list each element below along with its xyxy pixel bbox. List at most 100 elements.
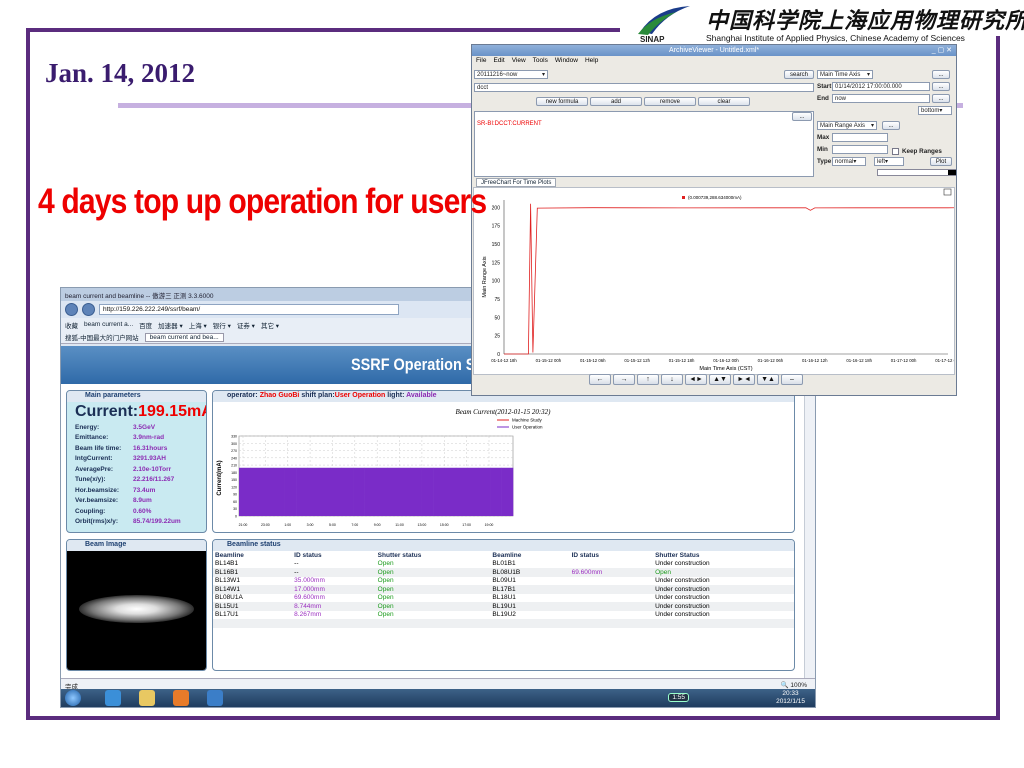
table-cell: Under construction	[655, 594, 710, 602]
chart-nav-button[interactable]: ▼▲	[757, 374, 779, 385]
end-time-button[interactable]: ...	[932, 94, 950, 103]
user-operation-bar	[307, 467, 320, 516]
chart-nav-button[interactable]: –	[781, 374, 803, 385]
explorer-icon[interactable]	[139, 690, 155, 706]
max-field[interactable]	[832, 133, 888, 142]
system-clock[interactable]: 20:33 2012/1/15	[776, 690, 805, 706]
main-parameters-header: Main parameters	[67, 391, 206, 402]
plot-button[interactable]: Plot	[930, 157, 952, 166]
axis-side-select[interactable]: left▾	[874, 157, 904, 166]
keep-ranges-checkbox[interactable]	[892, 148, 899, 155]
menu-item[interactable]: Edit	[493, 57, 504, 64]
chart-nav-button[interactable]: ↓	[661, 374, 683, 385]
start-button-icon[interactable]	[65, 690, 81, 706]
table-cell: Open	[377, 594, 394, 602]
chart-title: Beam Current(2012-01-15 20:32)	[455, 408, 551, 416]
min-field[interactable]	[832, 145, 888, 154]
parameter-label: Tune(x/y):	[75, 476, 106, 484]
menu-item[interactable]: File	[476, 57, 486, 64]
favorite-item[interactable]: 证券 ▾	[237, 320, 255, 330]
time-axis-select[interactable]: Main Time Axis ▾	[817, 70, 873, 79]
table-cell	[292, 619, 376, 628]
user-operation-bar	[501, 467, 514, 516]
type-select[interactable]: normal▾	[832, 157, 866, 166]
beam-current-chart: Beam Current(2012-01-15 20:32) 0 30 60 90 120…	[217, 408, 551, 527]
chart-export-icon[interactable]	[943, 188, 952, 196]
beamline-table-header: Beamline ID status Shutter status Beamline I…	[213, 551, 794, 560]
y-tick-label: 125	[492, 260, 501, 266]
table-cell	[570, 560, 654, 569]
time-axis-more-button[interactable]: ...	[932, 70, 950, 79]
back-button-icon[interactable]	[65, 303, 78, 316]
end-time-field[interactable]: now	[832, 94, 930, 103]
archive-select[interactable]: 20111216~now ▾	[474, 70, 548, 79]
search-button[interactable]: search	[784, 70, 814, 79]
table-cell	[490, 628, 569, 637]
menu-item[interactable]: Tools	[533, 57, 548, 64]
address-bar[interactable]: http://159.226.222.249/ssrf/beam/	[99, 304, 399, 315]
menu-item[interactable]: View	[512, 57, 526, 64]
x-tick-label: 11:00	[395, 523, 404, 527]
start-time-field[interactable]: 01/14/2012 17:00:00.000	[832, 82, 930, 91]
tray-timer[interactable]: 1:55	[668, 693, 689, 702]
chart-tab[interactable]: JFreeChart For Time Plots	[476, 178, 557, 187]
tab-sohu[interactable]: 搜狐-中国最大的门户网站	[65, 332, 139, 342]
user-operation-bar	[341, 467, 354, 516]
table-cell: Open	[377, 560, 394, 568]
chart-nav-button[interactable]: ►◄	[733, 374, 755, 385]
user-operation-bar	[455, 467, 468, 516]
favorite-item[interactable]: 银行 ▾	[213, 320, 231, 330]
archive-viewer-title: ArchiveViewer - Untitled.xml*	[668, 47, 760, 54]
x-tick-label: 19:00	[485, 523, 494, 527]
favorite-item[interactable]: beam current a...	[84, 321, 133, 328]
light-status: Available	[406, 392, 437, 399]
pv-filter-field[interactable]: dcct	[474, 83, 814, 92]
color-swatch[interactable]	[877, 169, 956, 176]
column-header: ID status	[571, 551, 600, 559]
table-cell	[653, 628, 794, 637]
y-tick-label: 200	[492, 205, 501, 211]
pv-expand-button[interactable]: ...	[792, 112, 812, 121]
table-cell: Under construction	[655, 577, 710, 585]
shift-label: shift plan:	[301, 392, 335, 399]
table-cell: BL14B1	[215, 560, 239, 568]
tab-beam-current[interactable]: beam current and bea...	[144, 332, 224, 342]
table-row: BL17U1 8.267mm Open BL19U2 Under constructio…	[213, 611, 794, 620]
chart-nav-button[interactable]: ◄►	[685, 374, 707, 385]
chart-nav-button[interactable]: ▲▼	[709, 374, 731, 385]
remove-button[interactable]: remove	[644, 97, 696, 106]
pv-list[interactable]: SR-BI:DCCT:CURRENT	[474, 111, 814, 177]
favorite-item[interactable]: 加速器 ▾	[158, 320, 183, 330]
forward-button-icon[interactable]	[82, 303, 95, 316]
chart-nav-button[interactable]: ↑	[637, 374, 659, 385]
favorite-item[interactable]: 收藏	[65, 320, 78, 330]
favorite-item[interactable]: 百度	[139, 320, 152, 330]
ie-icon[interactable]	[105, 690, 121, 706]
clear-button[interactable]: clear	[698, 97, 750, 106]
media-player-icon[interactable]	[173, 690, 189, 706]
menu-item[interactable]: Window	[555, 57, 578, 64]
new-formula-button[interactable]: new formula	[536, 97, 588, 106]
pv-name[interactable]: SR-BI:DCCT:CURRENT	[475, 121, 542, 127]
add-button[interactable]: add	[590, 97, 642, 106]
range-axis-select[interactable]: Main Range Axis ▾	[817, 121, 877, 130]
menu-item[interactable]: Help	[585, 57, 598, 64]
chart-nav-button[interactable]: →	[613, 374, 635, 385]
table-cell: BL19U2	[492, 611, 516, 619]
table-cell: BL09U1	[492, 577, 516, 585]
window-controls-icon[interactable]: _ ▢ ✕	[932, 45, 952, 56]
user-operation-bar	[330, 467, 343, 516]
y-tick-label: 175	[492, 224, 501, 230]
range-axis-more-button[interactable]: ...	[882, 121, 900, 130]
start-time-button[interactable]: ...	[932, 82, 950, 91]
chart-nav-button[interactable]: ←	[589, 374, 611, 385]
user-operation-bar	[387, 467, 400, 516]
favorite-item[interactable]: 其它 ▾	[261, 320, 279, 330]
user-operation-bar	[296, 467, 308, 516]
time-axis-position-select[interactable]: bottom▾	[918, 106, 952, 115]
zoom-level[interactable]: 🔍 100%	[780, 681, 807, 689]
maxthon-icon[interactable]	[207, 690, 223, 706]
favorite-item[interactable]: 上海 ▾	[189, 320, 207, 330]
y-axis-label: Main Range Axis	[482, 256, 488, 298]
table-cell	[569, 585, 654, 594]
